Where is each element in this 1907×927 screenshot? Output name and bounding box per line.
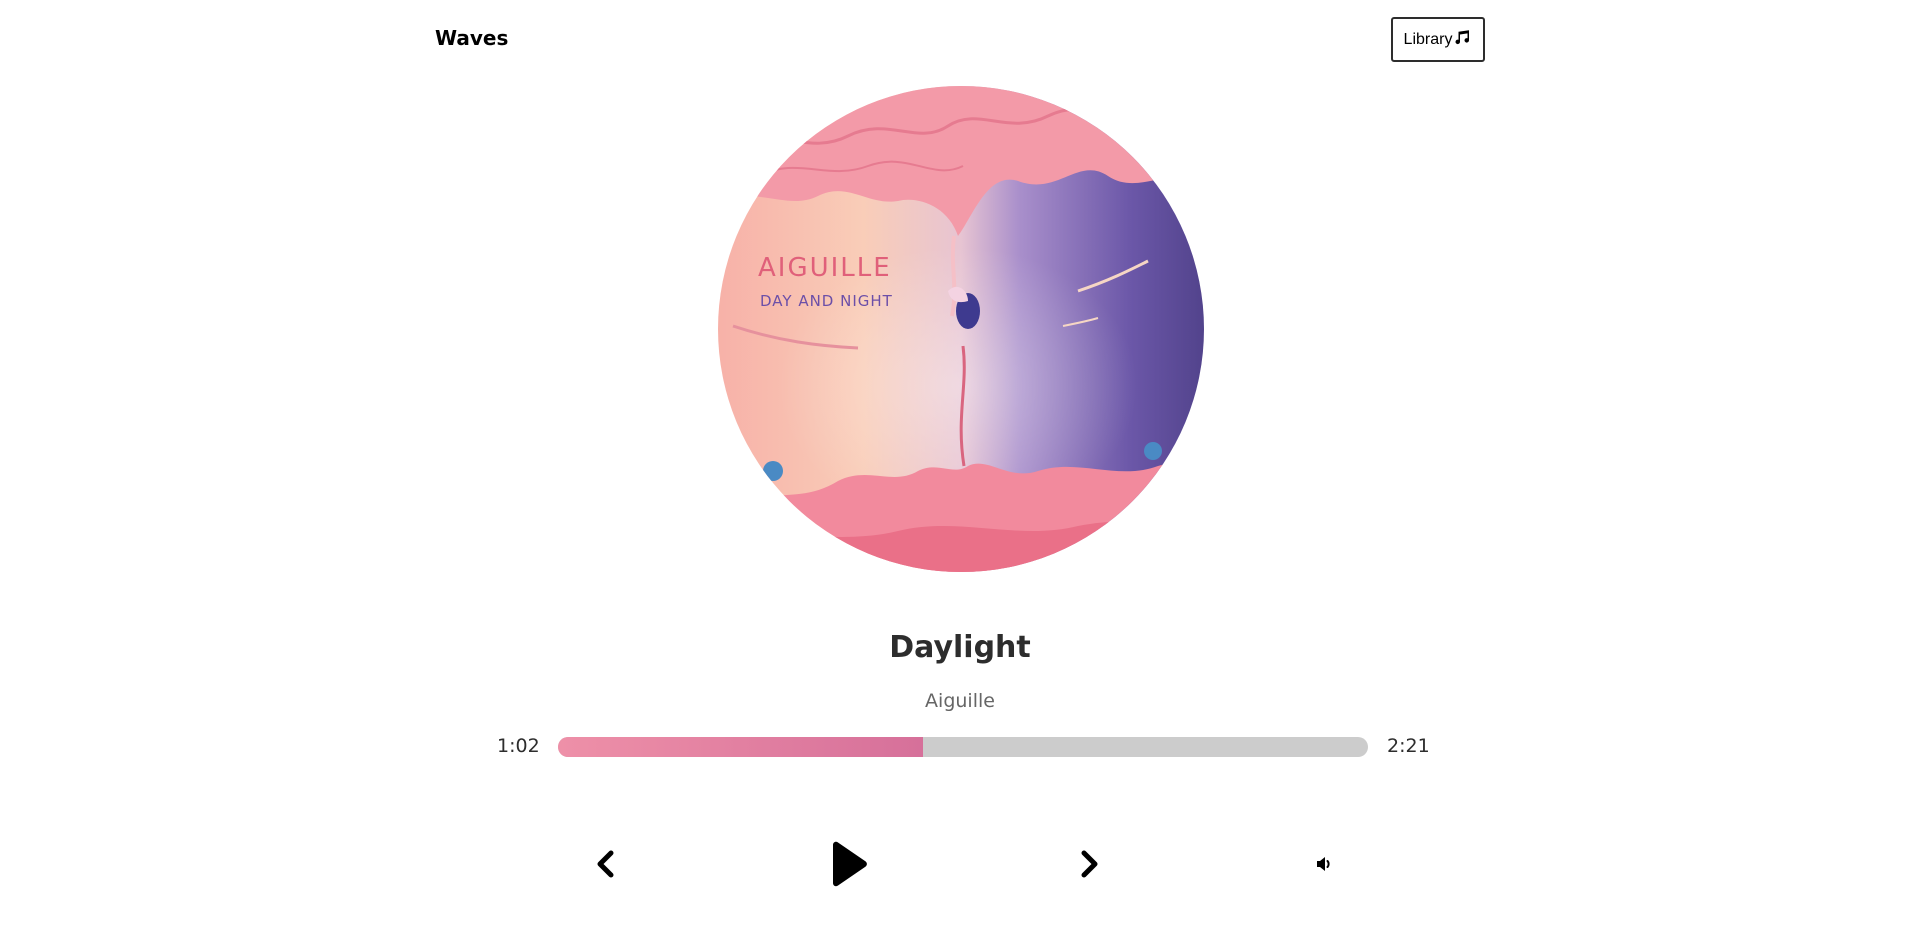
brand-logo: Waves bbox=[435, 26, 509, 50]
album-cover: AIGUILLE DAY AND NIGHT bbox=[718, 86, 1204, 572]
volume-button[interactable] bbox=[1312, 840, 1336, 888]
top-nav: Waves Library bbox=[0, 0, 1907, 80]
total-time: 2:21 bbox=[1387, 735, 1430, 757]
next-track-button[interactable] bbox=[1075, 840, 1105, 888]
play-button[interactable] bbox=[825, 840, 871, 888]
progress-track[interactable] bbox=[558, 737, 1368, 757]
library-button-label: Library bbox=[1403, 30, 1453, 48]
current-time: 1:02 bbox=[497, 735, 540, 757]
progress-fill bbox=[558, 737, 923, 757]
music-note-icon bbox=[1454, 28, 1472, 51]
song-title: Daylight bbox=[889, 630, 1031, 665]
cover-album-text: DAY AND NIGHT bbox=[760, 292, 893, 310]
play-icon bbox=[828, 841, 868, 887]
library-button[interactable]: Library bbox=[1391, 17, 1485, 62]
chevron-left-icon bbox=[594, 850, 616, 878]
cover-artist-text: AIGUILLE bbox=[758, 253, 892, 283]
chevron-right-icon bbox=[1079, 850, 1101, 878]
volume-icon bbox=[1315, 855, 1333, 873]
previous-track-button[interactable] bbox=[590, 840, 620, 888]
song-artist: Aiguille bbox=[925, 690, 995, 712]
